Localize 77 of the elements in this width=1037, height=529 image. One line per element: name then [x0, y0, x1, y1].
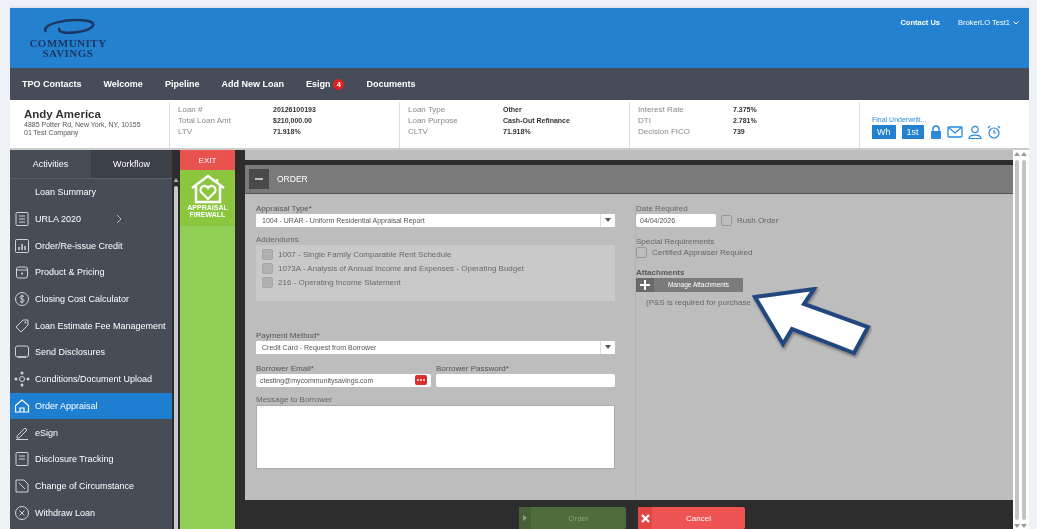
- more-icon: [415, 375, 427, 386]
- nav-link[interactable]: TPO Contacts: [22, 79, 82, 89]
- checkbox-label: Rush Order: [737, 215, 779, 225]
- checkbox[interactable]: [636, 246, 647, 258]
- lock-icon: [929, 125, 942, 139]
- network-icon: [14, 371, 30, 388]
- sidebar-item[interactable]: Loan Estimate Fee Management: [10, 312, 172, 340]
- tag-icon: [14, 317, 30, 334]
- field-label: Addendums: [256, 234, 300, 244]
- list-icon: [14, 451, 30, 468]
- plus-icon: [640, 279, 650, 290]
- document-icon: [14, 211, 30, 228]
- info-label: Decision FICO: [638, 126, 691, 137]
- nav-link[interactable]: Documents: [366, 79, 416, 89]
- field-label: Appraisal Type*: [256, 203, 313, 213]
- info-label: DTI: [638, 115, 652, 126]
- field-label: Message to Borrower: [256, 394, 334, 404]
- info-label: Total Loan Amt: [178, 115, 232, 126]
- sidebar-item[interactable]: Order/Re-issue Credit: [10, 232, 172, 260]
- person-icon: [967, 125, 982, 139]
- checkbox-label: Certified Appraiser Required: [652, 247, 753, 257]
- monitor-icon: [14, 344, 30, 361]
- section-title: ORDER: [277, 173, 308, 184]
- nav-link[interactable]: Pipeline: [164, 79, 200, 89]
- sidebar-item[interactable]: Order Appraisal: [10, 392, 172, 420]
- minus-icon: [255, 177, 263, 180]
- sidebar-item[interactable]: Product & Pricing: [10, 259, 172, 286]
- chart-icon: [14, 237, 30, 254]
- sidebar-item[interactable]: URLA 2020: [10, 205, 172, 233]
- sidebar-item[interactable]: Send Disclosures: [10, 339, 172, 366]
- pencil-paper-icon: [14, 477, 30, 494]
- borrower-name: Andy America: [24, 108, 102, 120]
- collapse-button[interactable]: [249, 168, 269, 189]
- dollar-icon: [14, 291, 30, 308]
- caret-icon: [605, 218, 611, 223]
- sidebar-item[interactable]: Conditions/Document Upload: [10, 365, 172, 393]
- status-button[interactable]: Wh: [872, 125, 896, 139]
- message-field[interactable]: [256, 404, 615, 469]
- sidebar-item[interactable]: Closing Cost Calculator: [10, 285, 172, 313]
- caret-icon: [1013, 20, 1019, 25]
- info-label: Interest Rate: [638, 104, 685, 115]
- field-label: Payment Method*: [256, 330, 321, 340]
- info-label: CLTV: [408, 126, 429, 137]
- field-label: Borrower Email*: [256, 363, 315, 373]
- password-field[interactable]: [436, 373, 615, 387]
- nav-link[interactable]: Add New Loan: [221, 79, 284, 89]
- lock-icon: [14, 264, 30, 281]
- option-label: 1007 - Single Family Comparable Rent Schedule: [278, 249, 452, 259]
- house-icon: [14, 397, 30, 414]
- field-label: Attachments: [636, 267, 686, 277]
- sidebar-item[interactable]: Loan Summary: [10, 179, 172, 206]
- checkbox[interactable]: [721, 214, 732, 226]
- play-icon: [523, 515, 527, 521]
- sidebar-item[interactable]: Disclosure Tracking: [10, 445, 172, 473]
- info-label: LTV: [178, 126, 194, 137]
- alarm-clock-icon: [986, 125, 1001, 139]
- sidebar-item[interactable]: eSign: [10, 419, 172, 446]
- info-label: Loan Type: [408, 104, 447, 115]
- field-label: Special Requirements: [636, 236, 716, 246]
- field-label: Date Required: [636, 203, 689, 213]
- sidebar-tab[interactable]: Workflow: [91, 150, 172, 178]
- nav-link[interactable]: Welcome: [103, 79, 143, 89]
- mail-icon: [946, 126, 963, 138]
- caret-icon: [605, 345, 611, 350]
- status-button[interactable]: 1st: [901, 125, 924, 139]
- close-circle-icon: [14, 504, 30, 521]
- exit-button[interactable]: EXIT: [180, 150, 235, 170]
- info-label: Loan #: [178, 104, 204, 115]
- logo-text: COMMUNITY SAVINGS: [29, 38, 107, 58]
- sidebar-item[interactable]: Withdraw Loan: [10, 499, 172, 526]
- option-label: 216 - Operating Income Statement: [278, 277, 401, 287]
- option-label: 1073A - Analysis of Annual Income and Expenses - Operating Budget: [278, 263, 524, 273]
- close-icon: [640, 513, 650, 523]
- info-label: Loan Purpose: [408, 115, 459, 126]
- sidebar-item[interactable]: Change of Circumstance: [10, 472, 172, 500]
- note-text: (P&S is required for purchase: [646, 297, 752, 307]
- field-label: Borrower Password*: [436, 363, 510, 373]
